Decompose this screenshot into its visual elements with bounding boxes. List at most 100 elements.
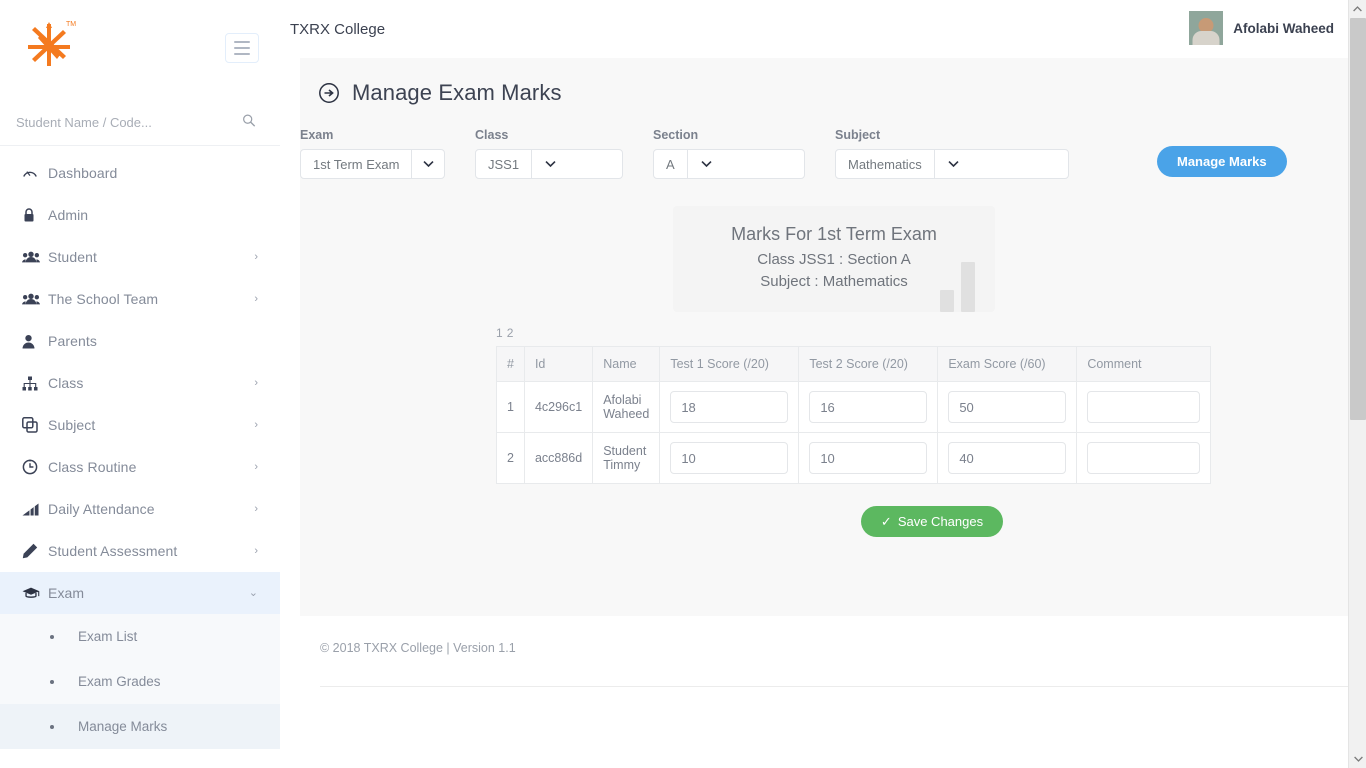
sidebar-item-daily-attendance[interactable]: Daily Attendance › xyxy=(0,488,280,530)
search-input[interactable] xyxy=(16,115,226,130)
cell-exam xyxy=(938,382,1077,433)
sidebar-item-student-assessment[interactable]: Student Assessment › xyxy=(0,530,280,572)
sidebar-item-parents[interactable]: Parents xyxy=(0,320,280,362)
table-header-row: # Id Name Test 1 Score (/20) Test 2 Scor… xyxy=(497,347,1211,382)
cell-comment xyxy=(1077,433,1211,484)
test2-score-input[interactable] xyxy=(809,391,927,423)
filter-label: Section xyxy=(653,128,833,142)
lock-icon xyxy=(22,207,48,223)
sidebar-subitem-label: Exam List xyxy=(78,629,137,644)
speedometer-icon xyxy=(22,165,48,181)
main-area: TXRX College Afolabi Waheed Manage Exam … xyxy=(280,0,1366,768)
scrollbar-thumb[interactable] xyxy=(1350,18,1366,420)
chevron-right-icon: › xyxy=(254,420,258,431)
page-scrollbar[interactable] xyxy=(1348,0,1366,768)
user-name: Afolabi Waheed xyxy=(1233,21,1334,36)
bullet-icon xyxy=(50,680,54,684)
sidebar-item-class-routine[interactable]: Class Routine › xyxy=(0,446,280,488)
manage-marks-button[interactable]: Manage Marks xyxy=(1157,146,1287,177)
sidebar-item-the-school-team[interactable]: The School Team › xyxy=(0,278,280,320)
sidebar-item-exam-list[interactable]: Exam List xyxy=(0,614,280,659)
cell-comment xyxy=(1077,382,1211,433)
sidebar-item-dashboard[interactable]: Dashboard xyxy=(0,152,280,194)
bar-chart-watermark-icon xyxy=(940,262,975,312)
test2-score-input[interactable] xyxy=(809,442,927,474)
sidebar-item-manage-marks[interactable]: Manage Marks xyxy=(0,704,280,749)
sidebar-toggle-button[interactable] xyxy=(225,33,259,63)
chevron-down-icon: ⌄ xyxy=(249,588,258,599)
page-title: Manage Exam Marks xyxy=(300,58,1366,106)
footer-text: © 2018 TXRX College | Version 1.1 xyxy=(320,641,516,655)
chevron-down-icon[interactable] xyxy=(531,150,569,178)
subject-select[interactable]: Mathematics xyxy=(835,149,1069,179)
user-menu[interactable]: Afolabi Waheed xyxy=(1189,11,1334,45)
exam-select[interactable]: 1st Term Exam xyxy=(300,149,445,179)
scroll-up-arrow-icon[interactable] xyxy=(1349,0,1366,18)
cell-name: Student Timmy xyxy=(593,433,660,484)
sidebar-item-student[interactable]: Student › xyxy=(0,236,280,278)
chevron-down-icon[interactable] xyxy=(687,150,725,178)
chevron-right-icon: › xyxy=(254,504,258,515)
app-logo[interactable]: TM xyxy=(18,14,80,76)
cell-test1 xyxy=(660,382,799,433)
pagination-page-2[interactable]: 2 xyxy=(507,326,514,340)
table-row: 2 acc886d Student Timmy xyxy=(497,433,1211,484)
sidebar-subitem-label: Manage Marks xyxy=(78,719,167,734)
hamburger-icon-bar xyxy=(234,41,250,43)
chevron-right-icon: › xyxy=(254,252,258,263)
col-header-num: # xyxy=(497,347,525,382)
sidebar-item-admin[interactable]: Admin xyxy=(0,194,280,236)
filter-subject: Subject Mathematics xyxy=(835,128,1087,179)
sidebar-item-exam[interactable]: Exam ⌄ xyxy=(0,572,280,614)
marks-table: # Id Name Test 1 Score (/20) Test 2 Scor… xyxy=(496,346,1211,484)
scroll-down-arrow-icon[interactable] xyxy=(1349,750,1366,768)
cell-test2 xyxy=(799,433,938,484)
sidebar-item-label: Parents xyxy=(48,333,97,349)
filter-label: Exam xyxy=(300,128,472,142)
filter-section: Section A xyxy=(653,128,833,179)
clock-icon xyxy=(22,459,48,475)
cell-id: acc886d xyxy=(524,433,592,484)
sidebar-item-class[interactable]: Class › xyxy=(0,362,280,404)
watermark-bar xyxy=(961,262,975,312)
test1-score-input[interactable] xyxy=(670,391,788,423)
sidebar-item-exam-grades[interactable]: Exam Grades xyxy=(0,659,280,704)
section-select[interactable]: A xyxy=(653,149,805,179)
brand-title: TXRX College xyxy=(290,21,385,38)
search-icon[interactable] xyxy=(242,113,256,132)
svg-text:TM: TM xyxy=(66,21,76,28)
avatar xyxy=(1189,11,1223,45)
sidebar-item-subject[interactable]: Subject › xyxy=(0,404,280,446)
col-header-test2: Test 2 Score (/20) xyxy=(799,347,938,382)
sidebar-item-label: Student xyxy=(48,249,97,265)
exam-score-input[interactable] xyxy=(948,442,1066,474)
col-header-test1: Test 1 Score (/20) xyxy=(660,347,799,382)
comment-input[interactable] xyxy=(1087,391,1200,423)
save-row: ✓Save Changes xyxy=(300,506,1366,537)
cell-num: 2 xyxy=(497,433,525,484)
pagination-page-1[interactable]: 1 xyxy=(496,326,503,340)
save-changes-label: Save Changes xyxy=(898,514,983,529)
sidebar-item-label: Admin xyxy=(48,207,88,223)
chevron-down-icon[interactable] xyxy=(411,150,444,178)
footer-divider xyxy=(320,686,1366,687)
chevron-right-icon: › xyxy=(254,546,258,557)
sidebar-item-label: Subject xyxy=(48,417,95,433)
section-select-value: A xyxy=(654,150,687,178)
test1-score-input[interactable] xyxy=(670,442,788,474)
users-icon xyxy=(22,250,48,264)
save-changes-button[interactable]: ✓Save Changes xyxy=(861,506,1003,537)
sidebar-item-label: Daily Attendance xyxy=(48,501,155,517)
chevron-down-icon[interactable] xyxy=(934,150,972,178)
topbar: TXRX College Afolabi Waheed xyxy=(280,0,1366,58)
sidebar-search[interactable] xyxy=(0,100,280,146)
pencil-icon xyxy=(22,543,48,559)
sidebar-item-label: Class Routine xyxy=(48,459,136,475)
comment-input[interactable] xyxy=(1087,442,1200,474)
marks-table-wrap: 12 # Id Name Test 1 Score (/20) Test 2 S… xyxy=(300,326,1366,484)
exam-select-value: 1st Term Exam xyxy=(301,150,411,178)
exam-score-input[interactable] xyxy=(948,391,1066,423)
hamburger-icon-bar xyxy=(234,53,250,55)
cell-num: 1 xyxy=(497,382,525,433)
class-select[interactable]: JSS1 xyxy=(475,149,623,179)
